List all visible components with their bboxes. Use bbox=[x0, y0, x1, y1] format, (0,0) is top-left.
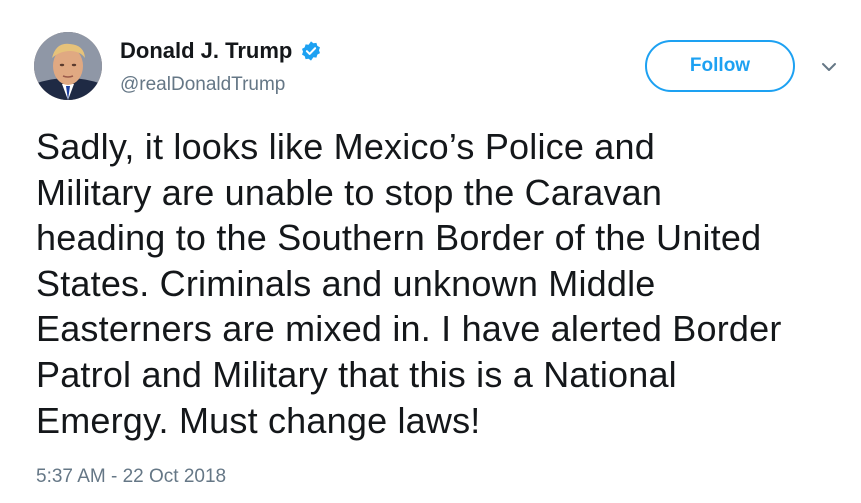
profile-photo bbox=[34, 32, 102, 100]
follow-button[interactable]: Follow bbox=[645, 40, 795, 92]
tweet-line: heading to the Southern Border of the Un… bbox=[36, 217, 762, 259]
tweet-timestamp[interactable]: 5:37 AM - 22 Oct 2018 bbox=[36, 466, 226, 488]
user-name[interactable]: Donald J. Trump bbox=[120, 38, 292, 64]
tweet-line: Patrol and Military that this is a Natio… bbox=[36, 353, 677, 395]
tweet-line: Sadly, it looks like Mexico’s Police and bbox=[36, 126, 655, 167]
tweet-line: Military are unable to stop the Caravan bbox=[36, 171, 663, 213]
avatar[interactable] bbox=[34, 32, 102, 100]
tweet-text: Sadly, it looks like Mexico’s Police and… bbox=[36, 124, 846, 443]
tweet-line: States. Criminals and unknown Middle bbox=[36, 262, 656, 304]
verified-badge-icon bbox=[300, 40, 322, 62]
tweet-line: Emergy. Must change laws! bbox=[36, 399, 481, 441]
tweet-card: Donald J. Trump @realDonaldTrump Follow … bbox=[0, 0, 861, 503]
user-name-row[interactable]: Donald J. Trump bbox=[120, 38, 322, 64]
user-handle[interactable]: @realDonaldTrump bbox=[120, 74, 285, 96]
tweet-line: Easterners are mixed in. I have alerted … bbox=[36, 308, 782, 350]
chevron-down-icon[interactable] bbox=[818, 56, 840, 78]
